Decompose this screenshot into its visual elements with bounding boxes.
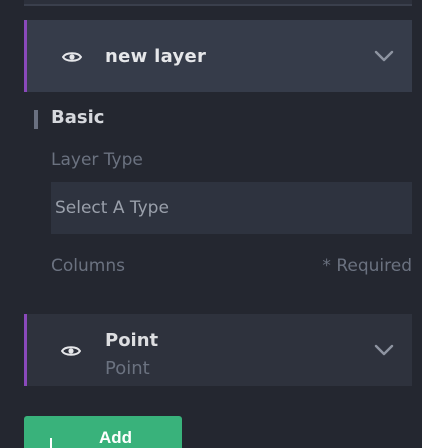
chevron-down-icon[interactable] bbox=[374, 48, 394, 62]
eye-icon[interactable] bbox=[61, 344, 81, 358]
section-title: Basic bbox=[51, 107, 105, 128]
layer-type-select[interactable]: Select A Type bbox=[51, 182, 412, 234]
layer-type-select-value: Select A Type bbox=[55, 198, 169, 218]
layer-header[interactable]: new layer bbox=[24, 20, 412, 92]
section-divider bbox=[34, 110, 38, 129]
column-field-subtitle: Point bbox=[105, 358, 150, 379]
column-field-title: Point bbox=[105, 330, 159, 351]
previous-layer-edge bbox=[24, 0, 412, 6]
add-button[interactable]: Add bbox=[24, 416, 182, 448]
columns-label: Columns bbox=[51, 256, 125, 276]
chevron-down-icon[interactable] bbox=[374, 342, 394, 356]
column-field-point[interactable]: Point Point bbox=[24, 314, 412, 386]
eye-icon[interactable] bbox=[62, 50, 82, 64]
layer-type-label: Layer Type bbox=[51, 150, 143, 170]
required-label: * Required bbox=[322, 256, 412, 276]
layer-panel: new layer Basic Layer Type Select A Type… bbox=[0, 0, 422, 448]
plus-icon bbox=[50, 438, 52, 448]
add-button-label: Add bbox=[99, 428, 133, 447]
layer-name[interactable]: new layer bbox=[105, 46, 206, 67]
